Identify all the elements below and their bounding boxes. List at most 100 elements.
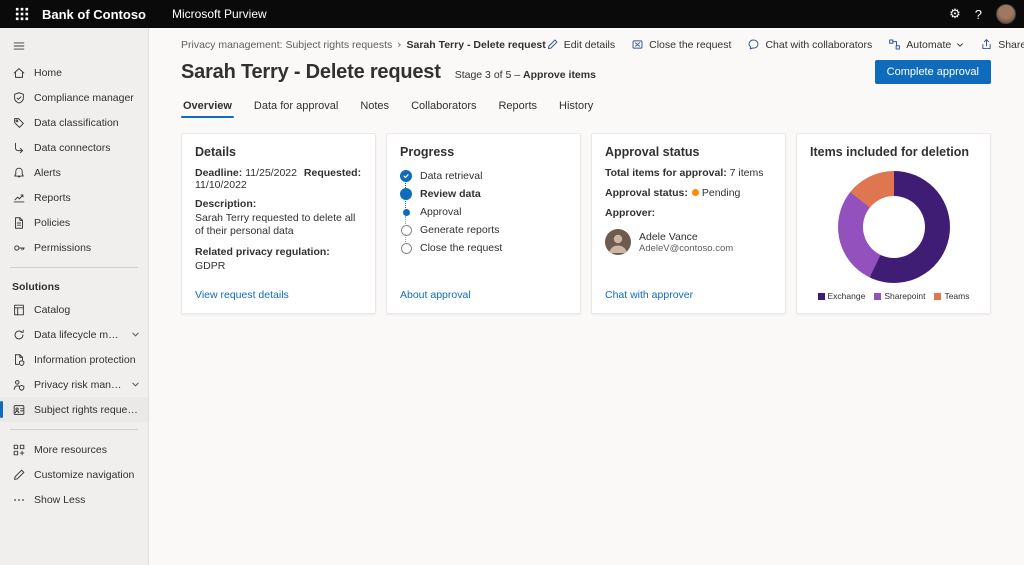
step-label: Approval: [420, 206, 461, 218]
progress-steps: Data retrieval Review data Approval Gene…: [400, 167, 567, 257]
edit-details-button[interactable]: Edit details: [546, 38, 615, 51]
approver-avatar: [605, 229, 631, 255]
progress-step-generate-reports: Generate reports: [400, 221, 567, 239]
approver-label: Approver:: [605, 207, 772, 219]
stage-name: Approve items: [523, 69, 596, 81]
tab-collaborators[interactable]: Collaborators: [409, 96, 478, 118]
sidebar-item-label: Alerts: [34, 167, 61, 179]
edit-details-label: Edit details: [564, 39, 615, 51]
sidebar-item-label: Data connectors: [34, 142, 110, 154]
details-card: Details Deadline: 11/25/2022 Requested: …: [181, 133, 376, 314]
about-approval-link[interactable]: About approval: [400, 281, 567, 301]
sidebar-item-label: More resources: [34, 444, 107, 456]
sidebar-divider: [10, 267, 138, 268]
connector-icon: [12, 141, 26, 155]
sidebar-item-subject-rights-requests[interactable]: Subject rights requests: [0, 397, 148, 422]
sidebar-item-alerts[interactable]: Alerts: [0, 160, 148, 185]
main-content: Privacy management: Subject rights reque…: [149, 28, 1024, 565]
breadcrumb-parent[interactable]: Privacy management: Subject rights reque…: [181, 39, 392, 51]
collapse-menu-icon[interactable]: [4, 32, 34, 60]
complete-approval-button[interactable]: Complete approval: [875, 60, 991, 84]
tab-overview[interactable]: Overview: [181, 96, 234, 118]
chevron-down-icon: [131, 330, 140, 339]
deadline-label: Deadline:: [195, 167, 242, 179]
progress-card-title: Progress: [400, 145, 567, 159]
sidebar-item-label: Catalog: [34, 304, 70, 316]
close-request-button[interactable]: Close the request: [631, 38, 731, 51]
document-shield-icon: [12, 353, 26, 367]
sidebar-item-compliance-manager[interactable]: Compliance manager: [0, 85, 148, 110]
ellipsis-icon: [12, 493, 26, 507]
chat-collaborators-button[interactable]: Chat with collaborators: [747, 38, 872, 51]
progress-card: Progress Data retrieval Review data Appr…: [386, 133, 581, 314]
tab-data-for-approval[interactable]: Data for approval: [252, 96, 340, 118]
help-icon[interactable]: ?: [975, 8, 982, 21]
sidebar-item-permissions[interactable]: Permissions: [0, 235, 148, 260]
legend-label: Teams: [944, 291, 969, 301]
pencil-icon: [12, 468, 26, 482]
chevron-down-icon: [956, 41, 964, 49]
sidebar-item-catalog[interactable]: Catalog: [0, 297, 148, 322]
brand-name[interactable]: Bank of Contoso: [42, 7, 146, 22]
legend-item: Exchange: [818, 291, 866, 301]
sidebar-item-policies[interactable]: Policies: [0, 210, 148, 235]
sidebar-item-information-protection[interactable]: Information protection: [0, 347, 148, 372]
sidebar-item-privacy-risk-management[interactable]: Privacy risk management: [0, 372, 148, 397]
view-request-details-link[interactable]: View request details: [195, 281, 362, 301]
requested-value: 11/10/2022: [195, 179, 247, 191]
sidebar-item-data-classification[interactable]: Data classification: [0, 110, 148, 135]
sidebar-item-label: Compliance manager: [34, 92, 134, 104]
tab-reports[interactable]: Reports: [496, 96, 539, 118]
sidebar-item-label: Permissions: [34, 242, 91, 254]
total-items-row: Total items for approval: 7 items: [605, 167, 772, 179]
overview-cards: Details Deadline: 11/25/2022 Requested: …: [181, 133, 1024, 314]
deletion-items-card: Items included for deletion ExchangeShar…: [796, 133, 991, 314]
breadcrumb: Privacy management: Subject rights reque…: [181, 39, 546, 51]
sidebar-item-home[interactable]: Home: [0, 60, 148, 85]
step-label: Close the request: [420, 242, 502, 254]
tag-icon: [12, 116, 26, 130]
chart-card-title: Items included for deletion: [810, 145, 977, 159]
deadline-value: 11/25/2022: [245, 167, 297, 179]
app-launcher-icon[interactable]: [8, 0, 36, 28]
share-dropdown[interactable]: Share: [980, 38, 1024, 51]
sidebar-item-label: Data classification: [34, 117, 119, 129]
close-request-label: Close the request: [649, 39, 731, 51]
sidebar-item-label: Data lifecycle management: [34, 329, 123, 341]
automate-dropdown[interactable]: Automate: [888, 38, 964, 51]
step-label: Review data: [420, 188, 481, 200]
bell-icon: [12, 166, 26, 180]
sidebar-item-data-connectors[interactable]: Data connectors: [0, 135, 148, 160]
share-icon: [980, 38, 993, 51]
action-bar: Edit details Close the request Chat with…: [546, 38, 1024, 51]
tab-history[interactable]: History: [557, 96, 595, 118]
progress-step-close-request: Close the request: [400, 239, 567, 257]
trend-chart-icon: [12, 191, 26, 205]
stage-prefix: Stage 3 of 5 –: [455, 69, 523, 81]
deadline-row: Deadline: 11/25/2022 Requested: 11/10/20…: [195, 167, 362, 191]
breadcrumb-separator-icon: ›: [397, 39, 401, 51]
breadcrumb-current: Sarah Terry - Delete request: [406, 39, 545, 51]
approver-email: AdeleV@contoso.com: [639, 243, 733, 254]
settings-gear-icon[interactable]: ⚙: [949, 8, 961, 21]
step-todo-icon: [401, 225, 412, 236]
sidebar-item-data-lifecycle-management[interactable]: Data lifecycle management: [0, 322, 148, 347]
tab-notes[interactable]: Notes: [358, 96, 391, 118]
chat-icon: [747, 38, 760, 51]
topbar: Bank of Contoso Microsoft Purview ⚙ ?: [0, 0, 1024, 28]
regulation-value: GDPR: [195, 260, 362, 274]
regulation-label: Related privacy regulation:: [195, 246, 362, 260]
sidebar-item-more-resources[interactable]: More resources: [0, 437, 148, 462]
sidebar-item-customize-navigation[interactable]: Customize navigation: [0, 462, 148, 487]
document-icon: [12, 216, 26, 230]
sidebar-item-label: Customize navigation: [34, 469, 134, 481]
step-done-icon: [400, 170, 412, 182]
chat-with-approver-link[interactable]: Chat with approver: [605, 281, 772, 301]
sidebar-item-show-less[interactable]: Show Less: [0, 487, 148, 512]
step-label: Data retrieval: [420, 170, 482, 182]
sidebar-item-reports[interactable]: Reports: [0, 185, 148, 210]
tab-bar: Overview Data for approval Notes Collabo…: [181, 96, 1024, 119]
pending-status-dot: [692, 189, 699, 196]
sidebar: Home Compliance manager Data classificat…: [0, 28, 149, 565]
user-avatar[interactable]: [996, 4, 1016, 24]
